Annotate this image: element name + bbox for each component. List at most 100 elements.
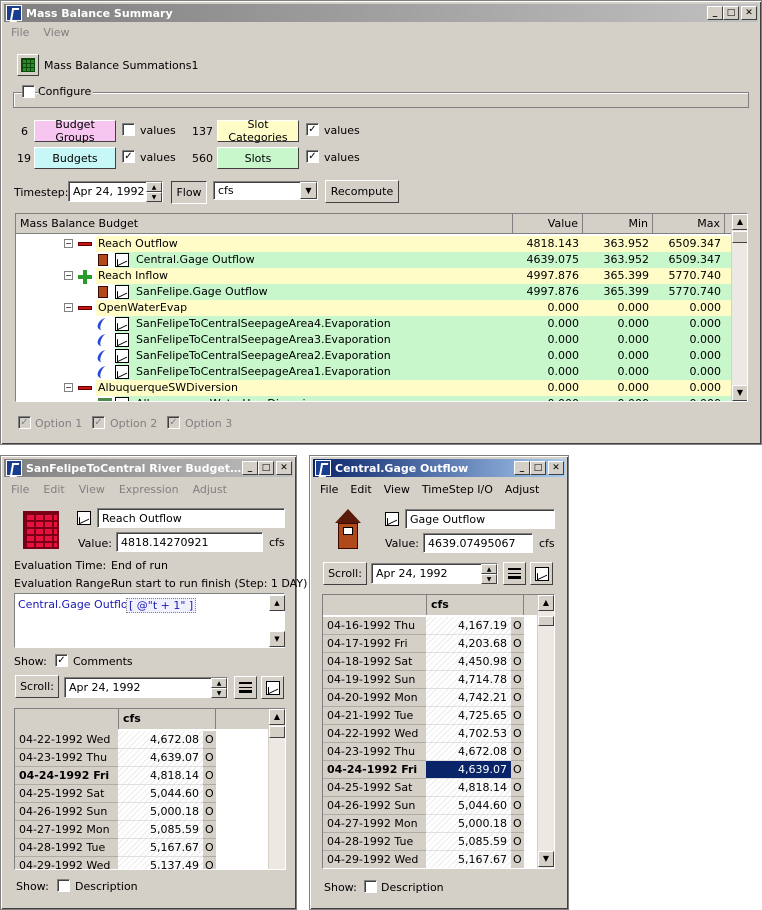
series-row[interactable]: 04-27-1992 Mon 5,085.59 O	[15, 821, 268, 839]
option-3-checkbox[interactable]: ✓	[167, 416, 180, 429]
series-row-value[interactable]: 4,167.19	[426, 617, 511, 635]
close-button[interactable]: ✕	[548, 461, 564, 475]
series-row-value[interactable]: 4,818.14	[426, 779, 511, 797]
col-header-budget[interactable]: Mass Balance Budget	[16, 214, 513, 233]
slots-button[interactable]: Slots	[217, 147, 299, 169]
series-row[interactable]: 04-23-1992 Thu 4,672.08 O	[323, 743, 537, 761]
menu-timestep-io[interactable]: TimeStep I/O	[422, 483, 493, 496]
series-row[interactable]: 04-25-1992 Sat 4,818.14 O	[323, 779, 537, 797]
series-row[interactable]: 04-22-1992 Wed 4,702.53 O	[323, 725, 537, 743]
series-row-value[interactable]: 5,085.59	[118, 821, 203, 839]
timestep-spin-down[interactable]: ▼	[146, 192, 162, 202]
menu-edit[interactable]: Edit	[43, 483, 64, 496]
budget-row[interactable]: − Reach Outflow 4818.143 363.952 6509.347	[16, 236, 731, 252]
scroll-date-spin-down[interactable]: ▼	[211, 688, 227, 698]
series-row-value[interactable]: 4,672.08	[426, 743, 511, 761]
scroll-up-button[interactable]: ▲	[732, 214, 747, 230]
title-bar[interactable]: Mass Balance Summary _ □ ✕	[4, 4, 758, 22]
configure-checkbox[interactable]	[22, 85, 35, 98]
series-row-value[interactable]: 5,167.67	[426, 851, 511, 868]
expression-editor[interactable]: Central.Gage Outflow [ @"t + 1" ] ▲ ▼	[14, 593, 285, 648]
budget-table-scrollbar[interactable]: ▲ ▼	[731, 214, 747, 401]
budgets-values-checkbox[interactable]: ✓	[122, 150, 135, 163]
budget-groups-button[interactable]: Budget Groups	[34, 118, 116, 144]
scroll-down-button[interactable]: ▼	[538, 851, 554, 867]
series-row[interactable]: 04-28-1992 Tue 5,167.67 O	[15, 839, 268, 857]
series-row-value[interactable]: 4,639.07	[426, 761, 511, 779]
list-view-button[interactable]	[503, 562, 526, 585]
tree-expander-icon[interactable]: −	[64, 271, 73, 280]
series-row-value[interactable]: 4,702.53	[426, 725, 511, 743]
scroll-button[interactable]: Scroll:	[323, 562, 367, 585]
description-checkbox[interactable]	[57, 879, 70, 892]
title-bar[interactable]: Central.Gage Outflow _ □ ✕	[313, 459, 565, 477]
series-row-value[interactable]: 4,714.78	[426, 671, 511, 689]
scroll-date-field[interactable]: Apr 24, 1992	[64, 677, 228, 698]
list-view-button[interactable]	[234, 676, 257, 699]
close-button[interactable]: ✕	[276, 461, 292, 475]
menu-view[interactable]: View	[384, 483, 410, 496]
plot-button[interactable]	[261, 676, 284, 699]
series-row[interactable]: 04-19-1992 Sun 4,714.78 O	[323, 671, 537, 689]
series-row[interactable]: 04-29-1992 Wed 5,167.67 O	[323, 851, 537, 868]
scroll-date-spin-up[interactable]: ▲	[211, 678, 227, 688]
col-header-max[interactable]: Max	[653, 214, 725, 233]
budgets-button[interactable]: Budgets	[34, 147, 116, 169]
series-row-value[interactable]: 4,672.08	[118, 731, 203, 749]
close-button[interactable]: ✕	[741, 6, 757, 20]
tree-expander-icon[interactable]: −	[64, 383, 73, 392]
col-header-cfs[interactable]: cfs	[118, 709, 216, 729]
expr-scroll-up[interactable]: ▲	[269, 595, 285, 611]
budget-row[interactable]: SanFelipeToCentralSeepageArea1.Evaporati…	[16, 364, 731, 380]
flow-button[interactable]: Flow	[171, 181, 207, 204]
budget-row[interactable]: Central.Gage Outflow 4639.075 363.952 6509.…	[16, 252, 731, 268]
scroll-thumb[interactable]	[269, 726, 285, 738]
budget-row[interactable]: SanFelipeToCentralSeepageArea2.Evaporati…	[16, 348, 731, 364]
series-row[interactable]: 04-27-1992 Mon 5,000.18 O	[323, 815, 537, 833]
plot-button[interactable]	[530, 562, 553, 585]
menu-view[interactable]: View	[79, 483, 105, 496]
series-row-value[interactable]: 4,203.68	[426, 635, 511, 653]
series-row[interactable]: 04-26-1992 Sun 5,000.18 O	[15, 803, 268, 821]
series-table-scrollbar[interactable]: ▲ ▼	[537, 595, 554, 868]
series-table-scrollbar[interactable]: ▲	[268, 709, 285, 869]
col-header-value[interactable]: Value	[513, 214, 583, 233]
budget-row[interactable]: SanFelipeToCentralSeepageArea4.Evaporati…	[16, 316, 731, 332]
series-row-value[interactable]: 5,085.59	[426, 833, 511, 851]
title-bar[interactable]: SanFelipeToCentral River Budget.Re... _ …	[4, 459, 293, 477]
menu-file[interactable]: File	[11, 26, 29, 39]
recompute-button[interactable]: Recompute	[325, 180, 399, 203]
slot-categories-button[interactable]: Slot Categories	[217, 118, 299, 144]
menu-file[interactable]: File	[320, 483, 338, 496]
col-header-min[interactable]: Min	[583, 214, 653, 233]
series-row[interactable]: 04-24-1992 Fri 4,639.07 O	[323, 761, 537, 779]
maximize-button[interactable]: □	[723, 6, 739, 20]
scroll-date-spin-up[interactable]: ▲	[481, 564, 497, 574]
minimize-button[interactable]: _	[242, 461, 258, 475]
summations-grid-button[interactable]	[17, 54, 39, 76]
scroll-down-button[interactable]: ▼	[732, 385, 747, 401]
series-row[interactable]: 04-18-1992 Sat 4,450.98 O	[323, 653, 537, 671]
series-row-value[interactable]: 5,000.18	[426, 815, 511, 833]
budget-row[interactable]: SanFelipeToCentralSeepageArea3.Evaporati…	[16, 332, 731, 348]
series-row[interactable]: 04-20-1992 Mon 4,742.21 O	[323, 689, 537, 707]
slot-name-field[interactable]: Reach Outflow	[97, 508, 285, 528]
series-row[interactable]: 04-26-1992 Sun 5,044.60 O	[323, 797, 537, 815]
series-row[interactable]: 04-24-1992 Fri 4,818.14 O	[15, 767, 268, 785]
series-row[interactable]: 04-21-1992 Tue 4,725.65 O	[323, 707, 537, 725]
units-dropdown-arrow[interactable]: ▼	[300, 182, 317, 199]
series-row-value[interactable]: 5,167.67	[118, 839, 203, 857]
budget-row[interactable]: Albuquerque.WaterUserDiversion0.0000.000…	[16, 396, 731, 401]
scroll-thumb[interactable]	[538, 616, 554, 626]
slots-values-checkbox[interactable]: ✓	[306, 150, 319, 163]
menu-view[interactable]: View	[43, 26, 69, 39]
series-row-value[interactable]: 4,450.98	[426, 653, 511, 671]
series-row-value[interactable]: 4,742.21	[426, 689, 511, 707]
slot-name-field[interactable]: Gage Outflow	[405, 509, 555, 529]
series-row-value[interactable]: 4,725.65	[426, 707, 511, 725]
series-row-value[interactable]: 5,044.60	[426, 797, 511, 815]
series-row[interactable]: 04-17-1992 Fri 4,203.68 O	[323, 635, 537, 653]
maximize-button[interactable]: □	[530, 461, 546, 475]
series-row[interactable]: 04-22-1992 Wed 4,672.08 O	[15, 731, 268, 749]
minimize-button[interactable]: _	[707, 6, 723, 20]
